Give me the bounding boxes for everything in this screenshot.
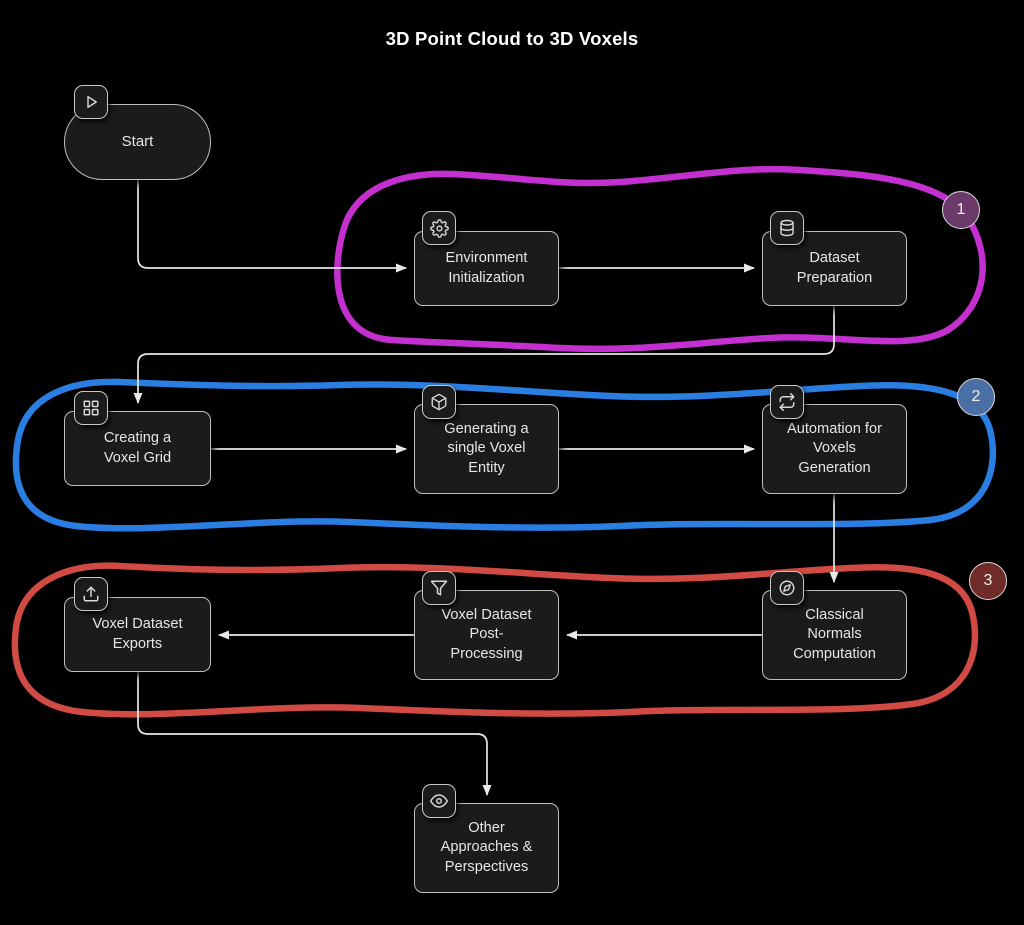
group-badge-layer: 1 2 3 (0, 0, 1024, 925)
group-badge-1: 1 (942, 191, 980, 229)
group-badge-1-label: 1 (956, 201, 966, 218)
group-badge-3-label: 3 (983, 572, 993, 589)
group-badge-3: 3 (969, 562, 1007, 600)
group-badge-2-label: 2 (971, 388, 981, 405)
group-badge-2: 2 (957, 378, 995, 416)
flowchart-diagram: 3D Point Cloud to 3D Voxels Start Enviro… (0, 0, 1024, 925)
